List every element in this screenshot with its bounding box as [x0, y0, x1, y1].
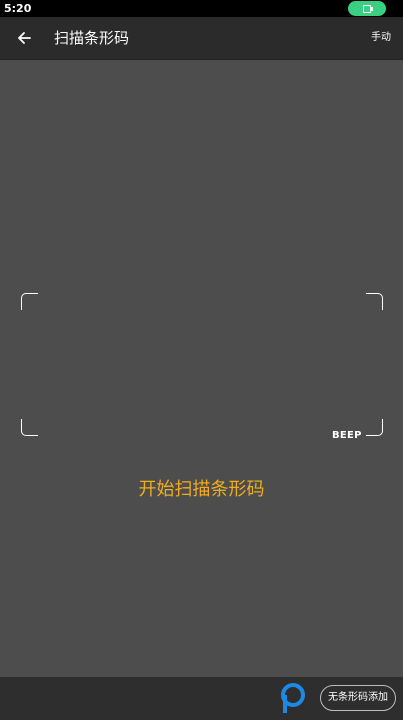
no-barcode-add-button[interactable]: 无条形码添加	[320, 685, 396, 711]
arrow-left-icon	[18, 32, 31, 44]
battery-glyph	[363, 5, 373, 13]
scanner-viewport: BEEP 开始扫描条形码	[0, 60, 403, 677]
scan-frame-corner-top-left	[21, 293, 38, 310]
scan-frame-corner-top-right	[366, 293, 383, 310]
app-bar: 扫描条形码 手动	[0, 17, 403, 60]
back-button[interactable]	[10, 24, 38, 52]
scan-frame-corner-bottom-right	[366, 419, 383, 436]
manual-entry-button[interactable]: 手动	[371, 30, 391, 46]
beep-label: BEEP	[332, 430, 362, 441]
battery-icon	[348, 1, 386, 16]
page-title: 扫描条形码	[54, 29, 130, 47]
status-bar: 5:20	[0, 0, 403, 17]
status-time: 5:20	[4, 2, 32, 15]
scan-frame-corner-bottom-left	[21, 419, 38, 436]
logo-p-icon	[281, 683, 305, 713]
bottom-bar: 无条形码添加	[0, 677, 403, 720]
scan-prompt: 开始扫描条形码	[138, 479, 265, 500]
